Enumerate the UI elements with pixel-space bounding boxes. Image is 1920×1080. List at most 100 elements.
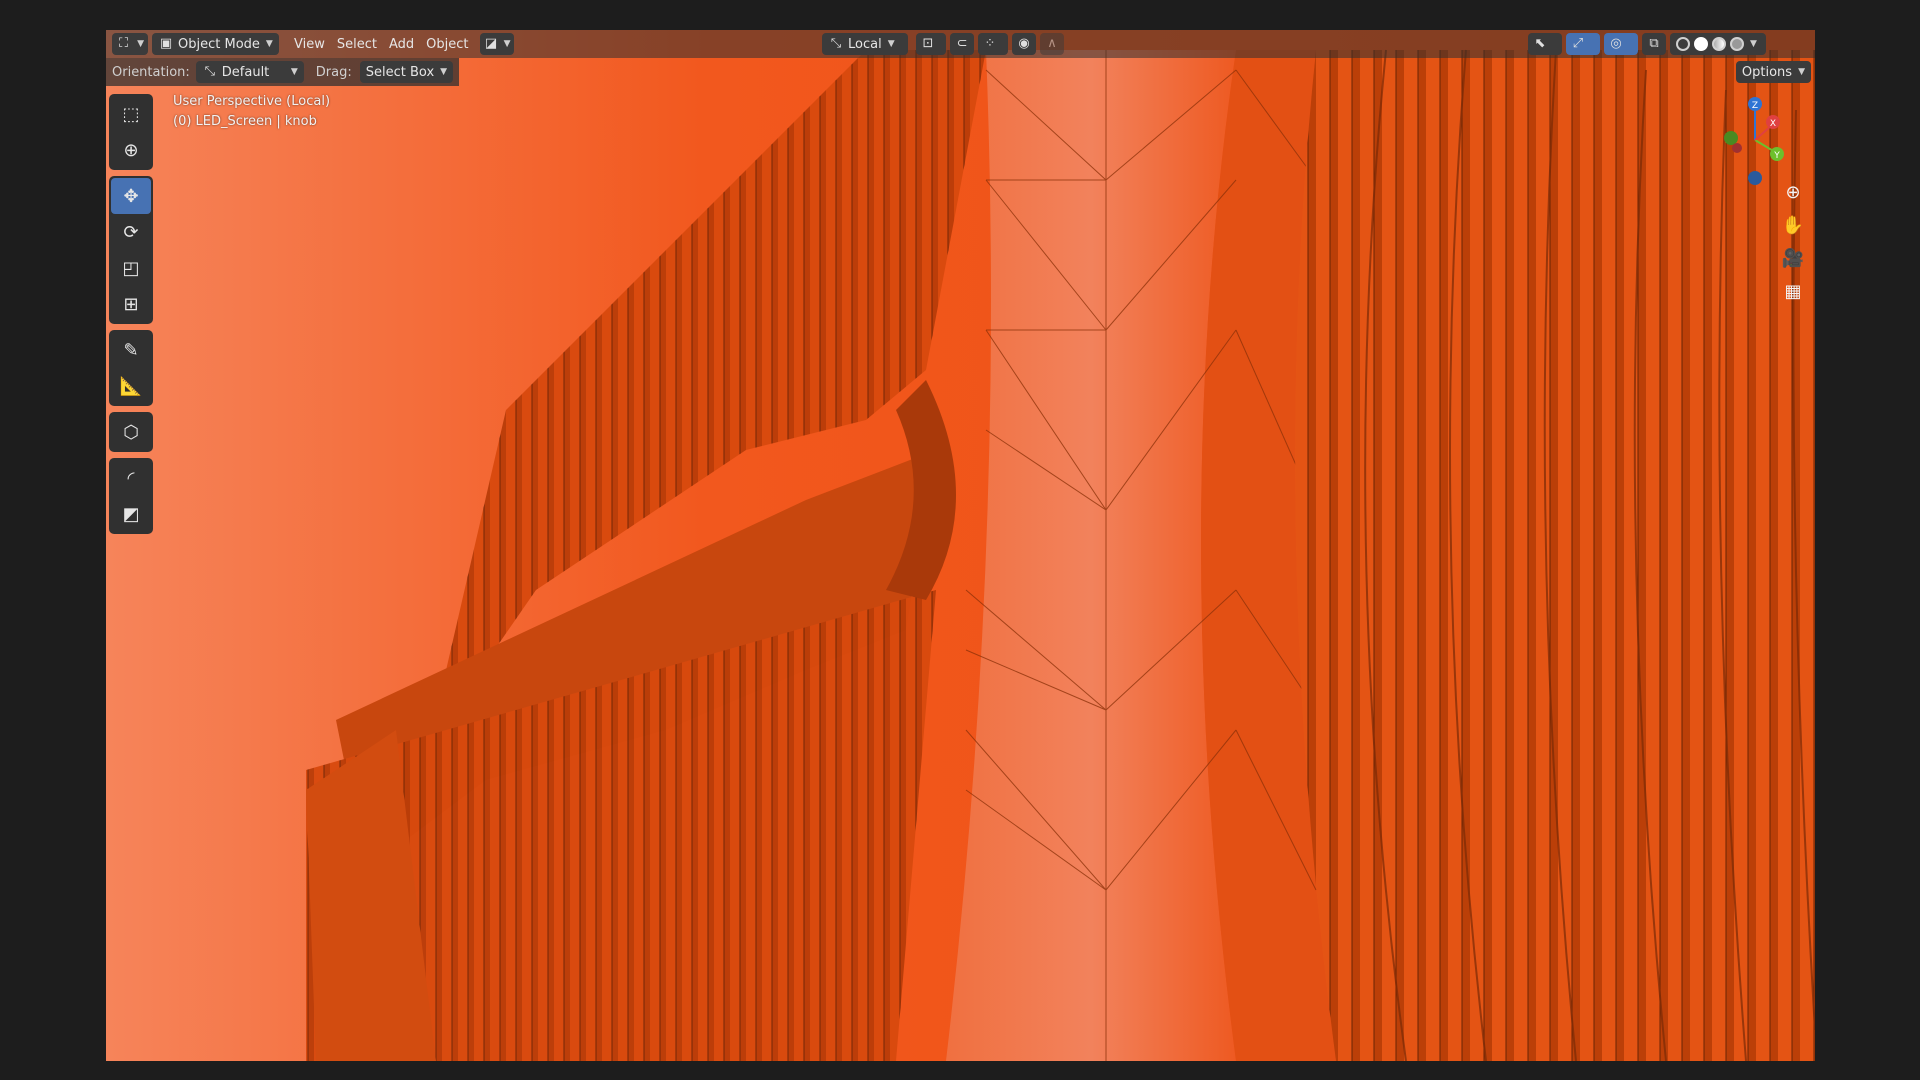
shear-tool[interactable]: ◜ (111, 460, 151, 496)
object-mode-icon: ▣ (159, 36, 173, 51)
cursor-tool[interactable]: ⊕ (111, 132, 151, 168)
proportional-editing-toggle[interactable]: ◉ (1012, 33, 1036, 55)
neg-x-handle[interactable] (1732, 143, 1742, 153)
chevron-down-icon: ▼ (1750, 39, 1757, 49)
transform-tool[interactable]: ⊞ (111, 286, 151, 322)
viewport-scene (106, 30, 1815, 1061)
extra-tools-group: ◜ ◩ (109, 458, 153, 534)
chevron-down-icon: ▼ (290, 67, 298, 77)
drag-setting-value: Select Box (365, 64, 435, 80)
xray-toggle[interactable]: ⧉ (1642, 33, 1666, 55)
editor-type-button[interactable]: ⛶ ▼ (112, 33, 148, 55)
3d-viewport-icon: ⛶ (118, 36, 129, 51)
shading-modes[interactable]: ▼ (1670, 33, 1766, 55)
rotate-icon: ⟳ (123, 221, 139, 243)
transform-icon: ⊞ (123, 293, 139, 315)
neg-z-handle[interactable] (1748, 171, 1762, 185)
object-gizmo-button[interactable]: ◪ ▼ (480, 33, 515, 55)
wireframe-shading-icon[interactable] (1676, 37, 1690, 51)
zoom-icon[interactable]: ⊕ (1779, 176, 1807, 209)
menu-object[interactable]: Object (420, 33, 474, 55)
gizmo-icon: ◪ (484, 36, 498, 51)
transform-tools-group: ✥ ⟳ ◰ ⊞ (109, 176, 153, 324)
chevron-down-icon: ▼ (1798, 67, 1805, 77)
xray-icon: ⧉ (1649, 36, 1659, 51)
viewport-header: ⛶ ▼ ▣ Object Mode ▼ View Select Add Objec… (106, 30, 1815, 58)
pan-hand-icon[interactable]: ✋ (1779, 209, 1807, 242)
options-dropdown[interactable]: Options ▼ (1735, 61, 1811, 83)
scale-tool[interactable]: ◰ (111, 250, 151, 286)
material-preview-icon[interactable] (1712, 37, 1726, 51)
mode-dropdown[interactable]: ▣ Object Mode ▼ (152, 33, 279, 55)
overlays-icon: ◎ (1610, 36, 1622, 51)
pivot-icon: ⊡ (922, 36, 934, 51)
inset-icon: ◩ (122, 503, 140, 525)
gizmo-toggle[interactable]: ⤢ (1566, 33, 1600, 55)
proportional-icon: ◉ (1018, 36, 1030, 51)
menu-add[interactable]: Add (383, 33, 420, 55)
chevron-down-icon: ▼ (887, 39, 895, 49)
inset-tool[interactable]: ◩ (111, 496, 151, 532)
chevron-down-icon: ▼ (137, 39, 144, 49)
orientation-icon: ⤡ (830, 36, 842, 51)
transform-orientation-dropdown[interactable]: ⤡ Local ▼ (822, 33, 908, 55)
grid-snap-icon: ⁘ (984, 36, 996, 51)
view-perspective-text: User Perspective (Local) (173, 94, 331, 109)
scale-icon: ◰ (122, 257, 140, 279)
move-tool[interactable]: ✥ (111, 178, 151, 214)
annotate-tool[interactable]: ✎ (111, 332, 151, 368)
menu-view[interactable]: View (288, 33, 331, 55)
select-box-tool[interactable]: ⬚ (111, 96, 151, 132)
ortho-grid-icon[interactable]: ▦ (1779, 275, 1807, 308)
annotate-tools-group: ✎ 📐 (109, 330, 153, 406)
options-label: Options (1741, 64, 1793, 80)
navigation-controls: ⊕ ✋ 🎥 ▦ (1779, 176, 1807, 308)
mode-label: Object Mode (178, 36, 260, 52)
tool-settings-bar: Orientation: ⤡ Default ▼ Drag: Select Bo… (106, 58, 1815, 86)
rotate-tool[interactable]: ⟳ (111, 214, 151, 250)
drag-setting-label: Drag: (315, 64, 352, 80)
move-icon: ✥ (123, 185, 139, 207)
viewport-info: User Perspective (Local) (0) LED_Screen … (173, 92, 330, 132)
falloff-button[interactable]: ∧ (1040, 33, 1064, 55)
chevron-down-icon: ▼ (503, 39, 511, 49)
selectability-icon: ⬉ (1534, 36, 1546, 51)
chevron-down-icon: ▼ (440, 67, 448, 77)
rendered-shading-icon[interactable] (1730, 37, 1744, 51)
orientation-icon: ⤡ (204, 64, 215, 79)
orientation-setting-label: Orientation: (112, 64, 190, 80)
add-cube-icon: ⬡ (123, 421, 139, 443)
solid-shading-icon[interactable] (1694, 37, 1708, 51)
add-cube-tool[interactable]: ⬡ (111, 414, 151, 450)
orientation-label: Local (848, 36, 882, 52)
menu-select[interactable]: Select (331, 33, 383, 55)
z-axis-label: Z (1752, 101, 1758, 111)
camera-view-icon[interactable]: 🎥 (1779, 242, 1807, 275)
cursor-icon: ⊕ (123, 139, 139, 161)
pivot-point-button[interactable]: ⊡ (916, 33, 946, 55)
select-box-icon: ⬚ (122, 103, 140, 125)
neg-y-handle[interactable] (1724, 131, 1738, 145)
measure-tool[interactable]: 📐 (111, 368, 151, 404)
3d-viewport[interactable]: ⛶ ▼ ▣ Object Mode ▼ View Select Add Objec… (106, 30, 1815, 1061)
orientation-setting-dropdown[interactable]: ⤡ Default ▼ (195, 61, 304, 83)
x-axis-label: X (1770, 119, 1776, 129)
active-object-text: (0) LED_Screen | knob (173, 114, 317, 129)
snap-target-button[interactable]: ⁘ (978, 33, 1008, 55)
annotate-icon: ✎ (123, 339, 139, 361)
overlays-toggle[interactable]: ◎ (1604, 33, 1638, 55)
select-tools-group: ⬚ ⊕ (109, 94, 153, 170)
falloff-icon: ∧ (1047, 36, 1057, 51)
orientation-setting-value: Default (221, 64, 270, 80)
add-tools-group: ⬡ (109, 412, 153, 452)
visibility-button[interactable]: ⬉ (1528, 33, 1562, 55)
magnet-icon: ⊂ (956, 36, 968, 51)
chevron-down-icon: ▼ (265, 39, 273, 49)
tool-shelf: ⬚ ⊕ ✥ ⟳ ◰ ⊞ ✎ 📐 ⬡ ◜ ◩ (109, 94, 153, 540)
shear-icon: ◜ (127, 467, 135, 489)
snap-toggle[interactable]: ⊂ (950, 33, 974, 55)
measure-icon: 📐 (119, 375, 143, 397)
y-axis-label: Y (1773, 151, 1780, 161)
drag-setting-dropdown[interactable]: Select Box ▼ (359, 61, 454, 83)
gizmo-toggle-icon: ⤢ (1572, 36, 1584, 51)
